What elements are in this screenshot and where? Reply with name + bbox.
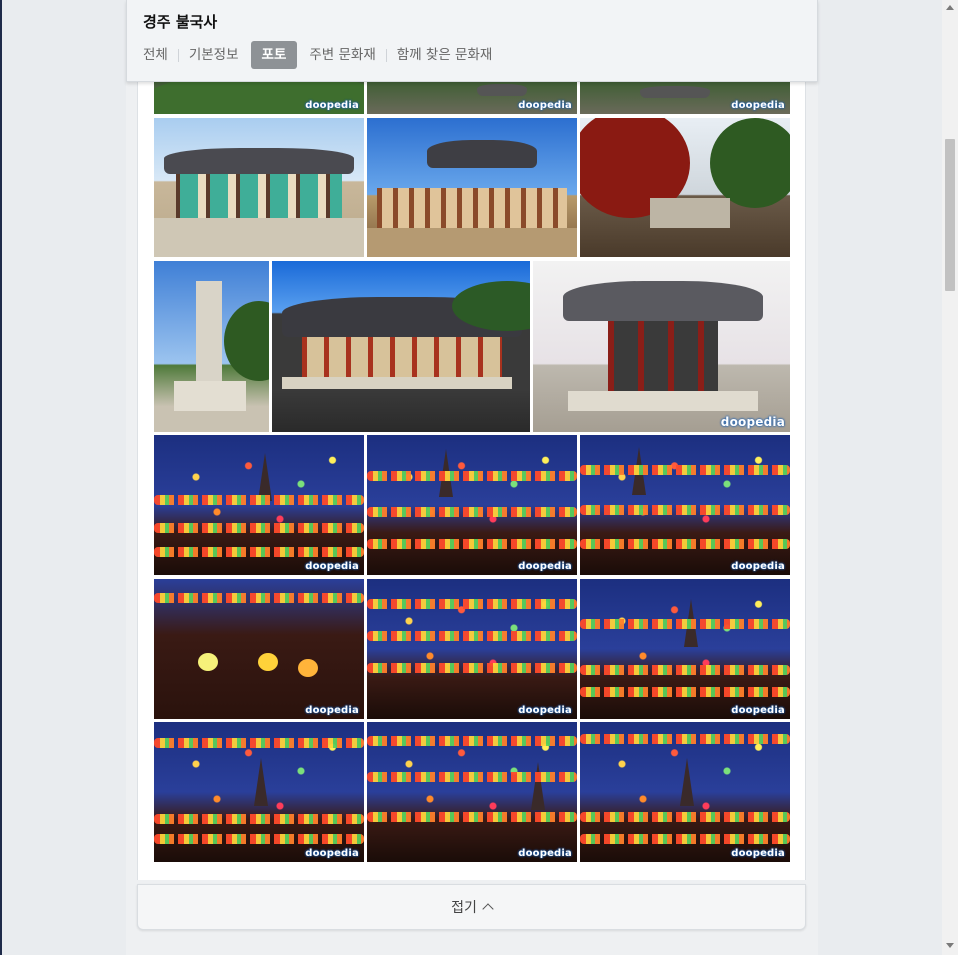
pagoda-base [174,381,246,411]
tree-shape [224,301,269,381]
window-left-border [0,0,2,955]
gallery-photo[interactable] [154,261,269,432]
stone-balustrade [568,391,758,411]
lantern-glow [198,653,218,671]
chevron-up-icon [482,903,494,915]
doopedia-watermark: doopedia [720,415,785,429]
gallery-photo[interactable]: doopedia [154,435,364,575]
gallery-photo[interactable]: doopedia [367,435,577,575]
hall-front [302,337,502,377]
doopedia-watermark: doopedia [518,100,572,111]
doopedia-watermark: doopedia [518,848,572,859]
roof-shape [477,84,527,96]
lantern-string [367,812,577,822]
lantern-string [367,663,577,673]
lantern-string [580,505,790,515]
gallery-photo[interactable] [272,261,530,432]
gallery-photo[interactable] [154,118,364,257]
gallery-photo[interactable]: doopedia [154,579,364,719]
gallery-photo[interactable]: doopedia [367,579,577,719]
pagoda-silhouette [680,758,694,806]
lantern-string [580,539,790,549]
lantern-string [154,523,364,533]
doopedia-watermark: doopedia [518,705,572,716]
doopedia-watermark: doopedia [518,561,572,572]
doopedia-watermark: doopedia [305,705,359,716]
collapse-button[interactable]: 접기 [137,884,806,930]
doopedia-watermark: doopedia [305,848,359,859]
roof-shape [164,148,354,174]
stone-terrace [282,377,512,389]
collapse-label: 접기 [451,900,477,916]
lantern-string [367,471,577,481]
tab-basic-info[interactable]: 기본정보 [179,41,249,69]
stone-stairs [650,198,730,228]
lantern-string [367,507,577,517]
section-tabs: 전체 기본정보 포토 주변 문화재 함께 찾은 문화재 [143,40,502,70]
doopedia-watermark: doopedia [305,561,359,572]
gallery-photo[interactable]: doopedia [580,435,790,575]
scroll-up-arrow-icon[interactable] [946,5,954,10]
tab-all[interactable]: 전체 [143,41,178,69]
gallery-photo[interactable]: doopedia [533,261,790,432]
lantern-string [580,687,790,697]
roof-shape [427,140,537,168]
lantern-string [154,814,364,824]
vertical-scrollbar[interactable] [942,0,958,955]
gallery-photo[interactable] [367,118,577,257]
pagoda-silhouette [254,758,268,806]
lantern-string [367,772,577,782]
gallery-photo[interactable]: doopedia [367,722,577,862]
scrollbar-thumb[interactable] [945,139,955,291]
lantern-string [580,734,790,744]
tab-photo[interactable]: 포토 [250,41,298,69]
gallery-photo[interactable]: doopedia [580,579,790,719]
lantern-string [367,631,577,641]
gallery-photo[interactable]: doopedia [580,722,790,862]
scroll-down-arrow-icon[interactable] [946,943,954,948]
stone-terrace [154,218,364,257]
lantern-string [154,834,364,844]
bell-pavilion-body [608,321,718,396]
gallery-photo[interactable] [580,118,790,257]
stone-terrace [367,228,577,257]
lantern-string [367,599,577,609]
roof-shape [563,281,763,321]
lantern-string [580,619,790,629]
lantern-string [367,539,577,549]
lantern-glow [298,659,318,677]
doopedia-watermark: doopedia [731,848,785,859]
photo-gallery: doopedia doopedia doopedia doopedia doop… [154,0,790,862]
lantern-string [154,495,364,505]
lantern-string [580,465,790,475]
hall-front [176,174,342,218]
doopedia-watermark: doopedia [731,100,785,111]
lantern-string [154,547,364,557]
roof-shape [640,86,710,98]
lantern-glow [258,653,278,671]
doopedia-watermark: doopedia [305,100,359,111]
pagoda-silhouette [531,762,545,810]
lantern-string [154,593,364,603]
tab-nearby-heritage[interactable]: 주변 문화재 [299,41,385,69]
lantern-string [580,665,790,675]
tab-related-heritage[interactable]: 함께 찾은 문화재 [387,41,503,69]
photo-card: doopedia doopedia doopedia doopedia doop… [137,0,806,880]
lantern-string [367,736,577,746]
sticky-header: 경주 불국사 전체 기본정보 포토 주변 문화재 함께 찾은 문화재 [126,0,818,82]
pavilion-front [377,188,567,228]
lantern-string [580,812,790,822]
doopedia-watermark: doopedia [731,705,785,716]
lantern-string [154,738,364,748]
doopedia-watermark: doopedia [731,561,785,572]
tree-shape [710,118,790,208]
page-title: 경주 불국사 [143,13,218,31]
gallery-photo[interactable]: doopedia [154,722,364,862]
lantern-string [580,834,790,844]
pagoda-silhouette [258,453,272,501]
